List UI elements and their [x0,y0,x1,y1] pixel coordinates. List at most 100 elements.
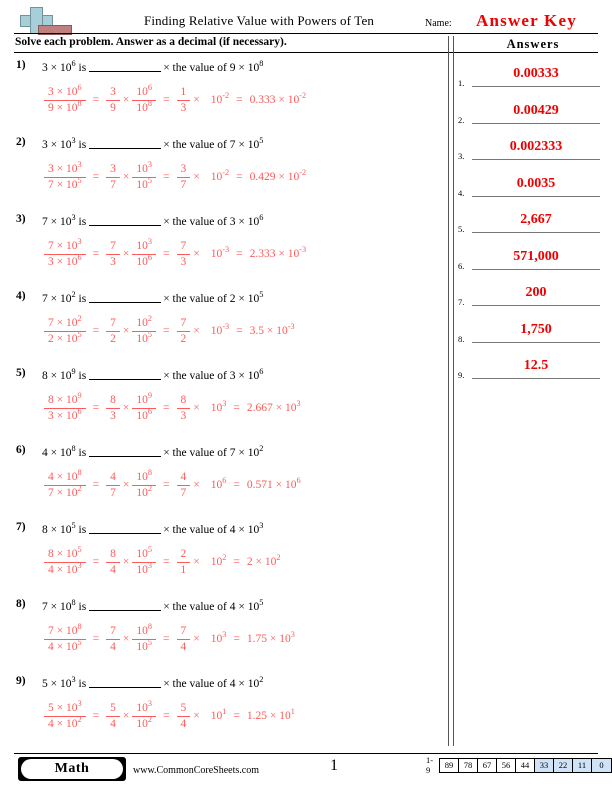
problem-1-fraction-2: 39 [106,86,120,115]
answer-7-number: 7. [458,297,465,307]
problem-2-answer-blank[interactable] [89,137,162,149]
problem-5-fraction-4: 83 [176,394,191,423]
answer-4-line[interactable] [472,195,600,197]
problem-6-fraction-3-numerator: 108 [132,468,157,486]
answer-3-line[interactable] [472,159,600,160]
equals-sign: = [163,171,170,183]
answer-row-2: 2. 0.00429 [458,101,604,138]
answer-6-line[interactable] [472,268,600,270]
problem-9-answer-blank[interactable] [89,676,162,688]
problems-list: 1) 3 × 106 is × the value of 9 × 108 3 × 10… [14,58,442,751]
problem-3-power: 10-3 [210,245,230,260]
page-number: 1 [330,757,338,774]
problem-5-answer-blank[interactable] [89,368,162,380]
score-cell-33: 33 [535,758,554,772]
problem-8-fraction-2-numerator: 7 [106,625,120,640]
problem-8-fraction-3: 108 105 [132,622,157,654]
problem-6-operand-b: × the value of 7 × 102 [163,444,264,459]
problem-3-fraction-4-denominator: 3 [180,255,187,268]
problem-8-fraction-2: 74 [106,625,120,654]
problem-3-result: 2.333 × 10-3 [249,245,307,260]
equals-sign: = [92,171,100,183]
problem-6-number: 6) [16,444,26,456]
problem-9-fraction-3: 103 102 [132,699,157,731]
problem-6-is-word: is [78,447,87,459]
problem-8-fraction-2-denominator: 4 [110,640,116,653]
page-title: Finding Relative Value with Powers of Te… [143,13,375,28]
problem-9-fraction-2-numerator: 5 [106,702,120,717]
score-cell-44: 44 [516,758,535,772]
score-cell-56: 56 [497,758,516,772]
problem-8-power: 103 [210,630,227,645]
answer-1-line[interactable] [472,86,600,87]
problem-7-answer-blank[interactable] [89,522,162,534]
problem-2-power: 10-2 [210,168,230,183]
answer-row-6: 6. 571,000 [458,247,604,284]
problem-2-fraction-1-denominator: 7 × 105 [48,175,82,191]
problem-7-operand-b: × the value of 4 × 103 [163,521,264,536]
answer-9-value: 12.5 [523,358,549,373]
problem-7-fraction-1: 8 × 105 4 × 103 [44,545,86,577]
problem-1-fraction-4: 13 [176,86,191,115]
times-sign: × [193,94,200,106]
problem-4-fraction-4: 72 [176,317,191,346]
problem-4-fraction-2-denominator: 2 [110,332,116,345]
answer-2-line[interactable] [472,122,600,124]
problem-3-is-word: is [78,216,87,228]
problem-1-number: 1) [16,59,26,71]
problem-9-worked-solution: 5 × 103 4 × 102 = 5 4 × 103 102 = 5 4 × 101 = 1.25 × 1… [44,694,295,738]
problem-2-fraction-2-denominator: 7 [110,178,116,191]
problem-3-fraction-3: 103 106 [132,237,157,269]
problem-5-operand-a: 8 × 109 [42,367,76,382]
problem-6-fraction-4: 47 [176,471,191,500]
website-url: www.CommonCoreSheets.com [133,765,260,776]
score-cell-0: 0 [592,758,611,772]
problem-8-fraction-3-numerator: 108 [132,622,157,640]
instructions-divider [14,52,598,53]
problem-4-statement: 7 × 102 is × the value of 2 × 105 [42,291,263,305]
problem-8-operand-a: 7 × 108 [42,598,76,613]
problem-1-fraction-2-numerator: 3 [106,86,120,101]
equals-sign: = [163,248,170,260]
problem-6-answer-blank[interactable] [89,445,162,457]
problem-1-answer-blank[interactable] [89,60,162,72]
problem-5-fraction-2: 83 [106,394,120,423]
problem-3-answer-blank[interactable] [89,214,162,226]
problem-4-is-word: is [78,293,87,305]
problem-1-power: 10-2 [210,91,230,106]
problem-9-fraction-1-denominator: 4 × 102 [48,714,82,730]
instructions-text: Solve each problem. Answer as a decimal … [15,36,287,48]
subject-badge: Math [18,757,126,781]
problem-4-fraction-1-denominator: 2 × 105 [48,329,82,345]
problem-7-fraction-3: 105 103 [132,545,157,577]
equals-sign: = [92,556,100,568]
problem-3-fraction-4: 73 [176,240,191,269]
problem-1-statement: 3 × 106 is × the value of 9 × 108 [42,60,263,74]
answer-9-line[interactable] [472,378,600,379]
problem-1-fraction-4-denominator: 3 [180,101,187,114]
problem-5-result: 2.667 × 103 [246,399,301,414]
equals-sign: = [236,325,243,337]
problem-4-result: 3.5 × 10-3 [249,322,295,337]
answer-7-line[interactable] [472,305,600,306]
problem-9-fraction-4: 54 [176,702,191,731]
problem-6-fraction-1: 4 × 108 7 × 102 [44,468,86,500]
problem-3-fraction-3-denominator: 106 [136,252,153,268]
answer-5-line[interactable] [472,232,600,233]
problem-8-number: 8) [16,598,26,610]
problem-9-fraction-2-denominator: 4 [110,717,116,730]
answer-2-value: 0.00429 [513,102,559,118]
score-cell-22: 22 [554,758,573,772]
problem-4-answer-blank[interactable] [89,291,162,303]
answer-7-value: 200 [525,285,547,300]
equals-sign: = [233,556,240,568]
problem-9-number: 9) [16,675,26,687]
answer-8-line[interactable] [472,341,600,343]
problem-6-result: 0.571 × 106 [246,476,301,491]
problem-8-answer-blank[interactable] [89,599,162,611]
equals-sign: = [233,479,240,491]
column-divider-left [448,36,449,746]
problem-9: 9) 5 × 103 is × the value of 4 × 102 5 × 10… [14,674,442,751]
problem-6-fraction-4-denominator: 7 [180,486,187,499]
times-sign: × [193,479,200,491]
